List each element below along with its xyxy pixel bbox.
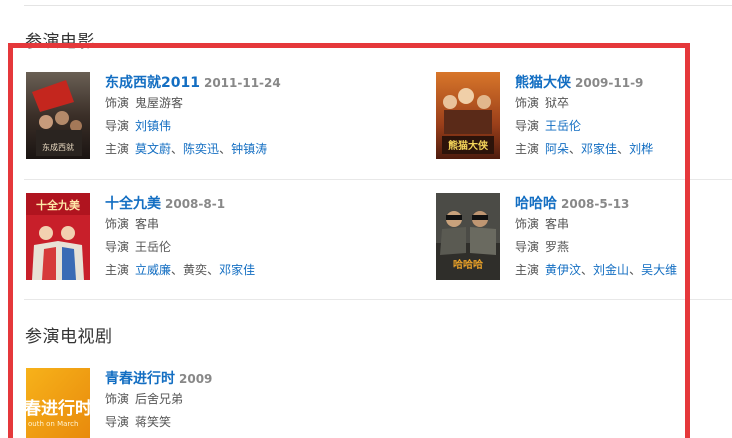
role-value: 客串 — [135, 217, 160, 231]
director-value: 王岳伦 — [135, 240, 172, 254]
director-link[interactable]: 王岳伦 — [545, 119, 581, 133]
cast-link[interactable]: 莫文蔚 — [135, 142, 171, 156]
cast-separator: 、 — [171, 142, 184, 156]
movie-poster[interactable]: 十全九美 — [26, 193, 90, 280]
role-label: 饰演 — [105, 392, 130, 406]
director-label: 导演 — [105, 240, 130, 254]
director-value: 蒋笑笑 — [135, 415, 172, 429]
cast-link[interactable]: 吴大维 — [641, 263, 677, 277]
cast-separator: 、 — [219, 142, 232, 156]
movie-info: 哈哈哈 2008-5-13 饰演 客串 导演 罗燕 主演 黄伊汶、刘金山、吴大维 — [515, 193, 677, 282]
cast-separator: 、 — [569, 142, 582, 156]
director-label: 导演 — [105, 415, 130, 429]
movie-poster[interactable]: 哈哈哈 — [436, 193, 500, 280]
poster-title-text: 十全九美 — [36, 198, 81, 212]
cast-label: 主演 — [105, 263, 130, 277]
role-value: 客串 — [545, 217, 570, 231]
role-value: 后舍兄弟 — [135, 392, 184, 406]
cast-label: 主演 — [515, 263, 540, 277]
tv-date: 2009 — [179, 372, 213, 386]
tv-poster[interactable]: 春进行时 outh on March — [26, 368, 90, 438]
role-value: 鬼屋游客 — [135, 96, 184, 110]
movie-info: 熊猫大侠 2009-11-9 饰演 狱卒 导演 王岳伦 主演 阿朵、邓家佳、刘桦 — [515, 72, 653, 161]
tv-info: 青春进行时 2009 饰演 后舍兄弟 导演 蒋笑笑 — [105, 368, 212, 434]
tv-title-link[interactable]: 青春进行时 — [105, 371, 175, 387]
cast-link[interactable]: 立威廉 — [135, 263, 171, 277]
tv-poster-text: 春进行时 — [26, 398, 90, 419]
movie-date: 2008-5-13 — [561, 197, 630, 211]
role-label: 饰演 — [105, 96, 130, 110]
director-value: 罗燕 — [545, 240, 570, 254]
movie-date: 2008-8-1 — [165, 197, 226, 211]
movie-info: 十全九美 2008-8-1 饰演 客串 导演 王岳伦 主演 立威廉、黄奕、邓家佳 — [105, 193, 255, 282]
cast-link[interactable]: 刘桦 — [629, 142, 653, 156]
tv-card[interactable]: 春进行时 outh on March 青春进行时 2009 饰演 后舍兄弟 导演 蒋笑… — [26, 368, 326, 438]
movie-info: 东成西就2011 2011-11-24 饰演 鬼屋游客 导演 刘镇伟 主演 莫文蔚、陈奕… — [105, 72, 281, 161]
cast-separator: 、 — [171, 263, 184, 277]
movie-title-link[interactable]: 东成西就2011 — [105, 75, 200, 91]
cast-link[interactable]: 钟镇涛 — [231, 142, 267, 156]
role-label: 饰演 — [515, 217, 540, 231]
cast-link[interactable]: 阿朵 — [545, 142, 569, 156]
director-link[interactable]: 刘镇伟 — [135, 119, 171, 133]
movie-title-link[interactable]: 十全九美 — [105, 196, 161, 212]
cast-separator: 、 — [581, 263, 594, 277]
row-divider — [24, 299, 732, 300]
cast-label: 主演 — [105, 142, 130, 156]
movie-title-link[interactable]: 哈哈哈 — [515, 196, 557, 212]
section-heading-tv: 参演电视剧 — [25, 327, 113, 347]
movie-date: 2009-11-9 — [575, 76, 644, 90]
role-label: 饰演 — [105, 217, 130, 231]
cast-link[interactable]: 刘金山 — [593, 263, 629, 277]
director-label: 导演 — [105, 119, 130, 133]
cast-separator: 、 — [617, 142, 630, 156]
movie-poster[interactable]: 熊猫大侠 — [436, 72, 500, 159]
movie-card[interactable]: 东成西就 东成西就2011 2011-11-24 饰演 鬼屋游客 导演 刘镇伟 主演莫… — [26, 72, 326, 164]
director-label: 导演 — [515, 119, 540, 133]
cast-link[interactable]: 邓家佳 — [581, 142, 617, 156]
cast-link[interactable]: 邓家佳 — [219, 263, 255, 277]
poster-title-text: 哈哈哈 — [453, 258, 483, 271]
top-divider — [24, 5, 732, 6]
cast-label: 主演 — [515, 142, 540, 156]
role-value: 狱卒 — [545, 96, 570, 110]
cast-link[interactable]: 陈奕迅 — [183, 142, 219, 156]
poster-title-text: 东成西就 — [42, 142, 74, 152]
cast-separator: 、 — [629, 263, 642, 277]
movie-poster[interactable]: 东成西就 — [26, 72, 90, 159]
tv-poster-subtext: outh on March — [28, 420, 78, 428]
poster-title-text: 熊猫大侠 — [448, 139, 489, 152]
role-label: 饰演 — [515, 96, 540, 110]
movie-title-link[interactable]: 熊猫大侠 — [515, 75, 571, 91]
section-heading-movies: 参演电影 — [25, 32, 95, 52]
movie-card[interactable]: 熊猫大侠 熊猫大侠 2009-11-9 饰演 狱卒 导演 王岳伦 主演 阿朵、邓家佳、刘… — [436, 72, 732, 164]
director-label: 导演 — [515, 240, 540, 254]
cast-value: 黄奕 — [183, 263, 208, 277]
movie-date: 2011-11-24 — [203, 76, 281, 90]
cast-separator: 、 — [207, 263, 220, 277]
movie-card[interactable]: 哈哈哈 哈哈哈 2008-5-13 饰演 客串 导演 罗燕 主演 黄伊汶、刘金山、吴大维 — [436, 193, 732, 285]
movie-card[interactable]: 十全九美 十全九美 2008-8-1 饰演 客串 导演 王岳伦 主演 立威廉、黄奕、邓家… — [26, 193, 326, 285]
cast-link[interactable]: 黄伊汶 — [545, 263, 581, 277]
row-divider — [24, 179, 732, 180]
